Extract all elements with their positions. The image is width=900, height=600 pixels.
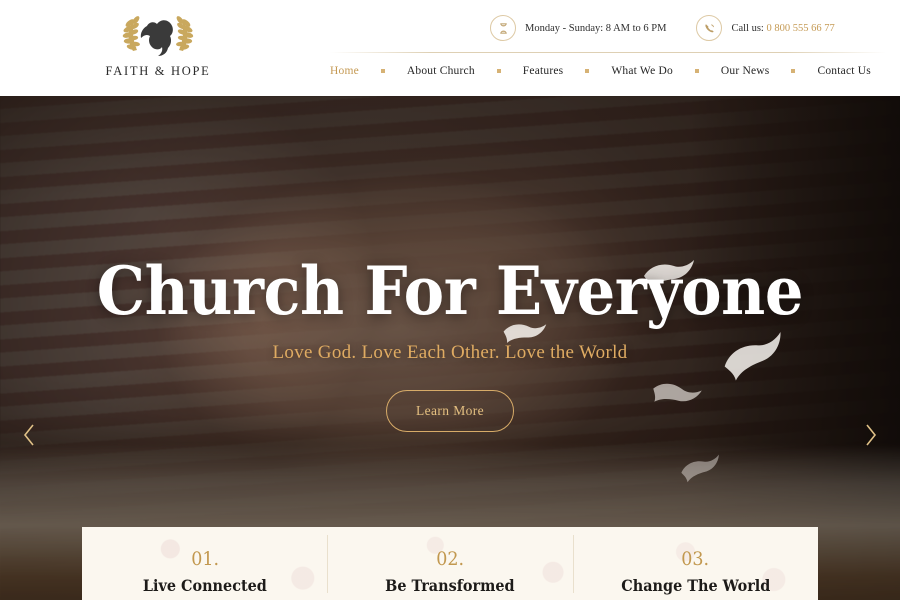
chevron-right-icon [864, 423, 878, 452]
nav-separator-icon [585, 69, 590, 73]
feature-number: 03. [681, 548, 710, 570]
feature-number: 02. [436, 548, 464, 570]
nav-item-features[interactable]: Features [523, 61, 564, 81]
nav-item-our-news[interactable]: Our News [721, 61, 770, 81]
chevron-left-icon [22, 423, 36, 452]
call-us-label: Call us: [731, 22, 764, 34]
slider-next-button[interactable] [854, 414, 888, 460]
nav-separator-icon [380, 69, 385, 73]
feature-label: Change The World [620, 576, 770, 595]
site-header: FAITH & HOPE Monday - Sunday: 8 AM to 6 … [0, 0, 900, 96]
feature-item-be-transformed[interactable]: 02. Be Transformed [327, 527, 572, 600]
hero-subtitle: Love God. Love Each Other. Love the Worl… [272, 342, 628, 363]
feature-number: 01. [190, 548, 219, 570]
feature-item-live-connected[interactable]: 01. Live Connected [82, 527, 327, 600]
hero-content: Church For Everyone Love God. Love Each … [0, 96, 900, 600]
header-divider [330, 52, 886, 53]
feature-highlights-panel: 01. Live Connected 02. Be Transformed 03… [82, 527, 818, 600]
phone-number[interactable]: 0 800 555 66 77 [766, 23, 834, 34]
nav-separator-icon [694, 69, 699, 73]
hero-slider: Church For Everyone Love God. Love Each … [0, 96, 900, 600]
call-us[interactable]: Call us: 0 800 555 66 77 [696, 15, 835, 41]
phone-icon [696, 15, 723, 41]
feature-item-change-the-world[interactable]: 03. Change The World [572, 527, 818, 600]
main-navigation: Home About Church Features What We Do Ou… [330, 61, 871, 81]
nav-item-contact-us[interactable]: Contact Us [817, 61, 870, 81]
learn-more-button[interactable]: Learn More [386, 390, 514, 432]
site-logo[interactable]: FAITH & HOPE [63, 10, 253, 90]
nav-separator-icon [791, 69, 796, 73]
nav-item-about-church[interactable]: About Church [407, 61, 475, 81]
nav-separator-icon [496, 69, 501, 73]
opening-hours: Monday - Sunday: 8 AM to 6 PM [490, 15, 666, 41]
hourglass-icon [490, 15, 516, 41]
nav-item-what-we-do[interactable]: What We Do [611, 61, 673, 81]
call-us-text: Call us: 0 800 555 66 77 [731, 23, 834, 34]
feature-label: Be Transformed [385, 576, 515, 595]
hero-title: Church For Everyone [96, 252, 804, 330]
brand-name: FAITH & HOPE [105, 64, 211, 78]
opening-hours-text: Monday - Sunday: 8 AM to 6 PM [525, 22, 667, 34]
nav-item-home[interactable]: Home [330, 61, 359, 81]
top-info-bar: Monday - Sunday: 8 AM to 6 PM Call us: 0… [490, 10, 835, 46]
slider-prev-button[interactable] [12, 414, 46, 460]
feature-label: Live Connected [142, 576, 267, 595]
dove-laurel-icon [63, 10, 253, 62]
